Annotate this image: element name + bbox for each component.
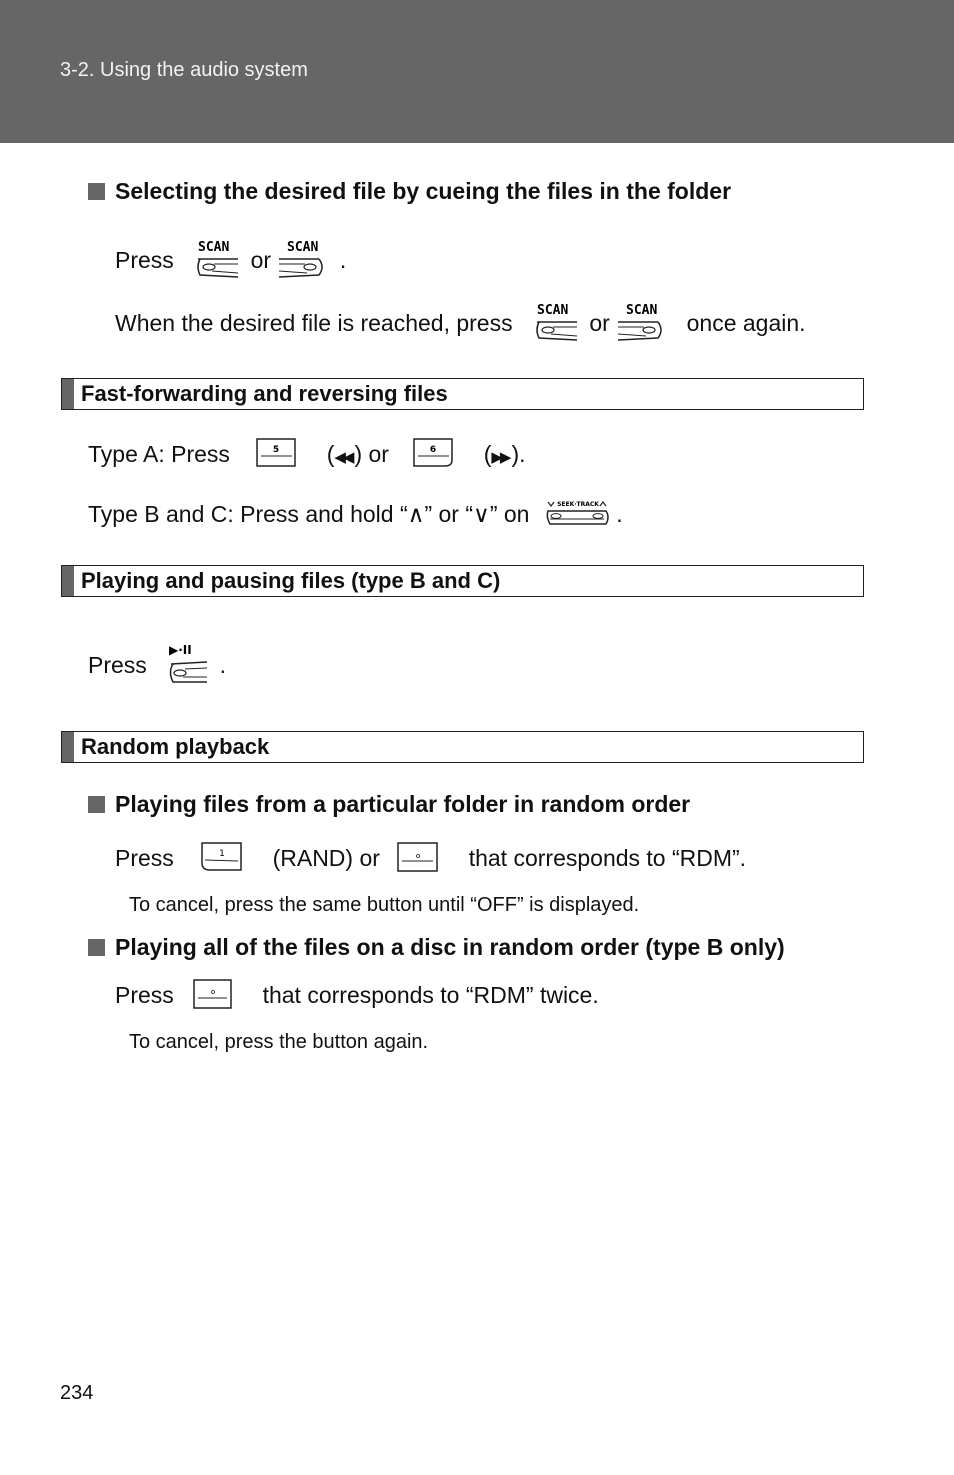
sub-heading-text: Playing files from a particular folder i… <box>115 791 691 817</box>
header-band: 3-2. Using the audio system <box>0 0 954 143</box>
square-bullet-icon <box>88 939 105 956</box>
type-bc-line: Type B and C: Press and hold “∧” or “∨” … <box>88 498 623 534</box>
when-reached-text: When the desired file is reached, press <box>115 310 513 337</box>
press-text: Press <box>115 247 174 274</box>
disc-button-icon <box>396 841 440 879</box>
sub-heading-text: Playing all of the files on a disc in ra… <box>115 934 785 960</box>
corresponds-rdm-twice-text: that corresponds to “RDM” twice. <box>262 982 599 1009</box>
corresponds-rdm-text: that corresponds to “RDM”. <box>468 845 747 872</box>
section-header-play-pause: Playing and pausing files (type B and C) <box>61 565 864 597</box>
play-pause-label: ▶·II <box>169 643 192 657</box>
press-text: Press <box>115 845 174 872</box>
sub-heading-select-file: Selecting the desired file by cueing the… <box>88 178 731 205</box>
breadcrumb: 3-2. Using the audio system <box>60 59 308 81</box>
fast-forward-icon: ▶▶ <box>491 449 511 467</box>
scan-label: SCAN <box>537 303 568 318</box>
or-text: or <box>589 310 610 337</box>
disc-button-icon <box>192 978 234 1016</box>
folder-cancel-note: To cancel, press the same button until “… <box>129 894 640 916</box>
section-title: Playing and pausing files (type B and C) <box>81 568 501 593</box>
preset-button-5-icon: 5 <box>256 438 298 474</box>
sub-heading-disc-random: Playing all of the files on a disc in ra… <box>88 934 785 961</box>
sub-heading-folder-random: Playing files from a particular folder i… <box>88 791 690 818</box>
scan-button-right-icon: SCAN <box>277 237 327 287</box>
play-pause-line: Press ▶·II . <box>88 640 226 694</box>
button-number: 1 <box>219 849 225 859</box>
button-number: 6 <box>430 445 436 455</box>
square-bullet-icon <box>88 796 105 813</box>
section-stripe <box>62 379 74 409</box>
or-text: ) or <box>354 441 389 468</box>
press-text: Press <box>88 652 147 679</box>
period-text: . <box>339 247 347 274</box>
square-bullet-icon <box>88 183 105 200</box>
scan-label: SCAN <box>287 240 318 255</box>
rand-or-text: (RAND) or <box>272 845 380 872</box>
type-a-line: Type A: Press 5 (◀◀) or 6 (▶▶). <box>88 438 526 474</box>
section-header-fast-forward: Fast-forwarding and reversing files <box>61 378 864 410</box>
once-again-text: once again. <box>686 310 806 337</box>
scan-label: SCAN <box>626 303 657 318</box>
disc-random-line: Press that corresponds to “RDM” twice. <box>115 978 599 1016</box>
sub-heading-text: Selecting the desired file by cueing the… <box>115 178 732 204</box>
section-stripe <box>62 732 74 762</box>
play-pause-button-icon: ▶·II <box>167 640 213 694</box>
scan-button-right-icon: SCAN <box>616 300 666 350</box>
type-a-text: Type A: Press <box>88 441 230 468</box>
section-stripe <box>62 566 74 596</box>
press-text: Press <box>115 982 174 1009</box>
scan-button-left-icon: SCAN <box>194 237 244 287</box>
seek-track-label: SEEK·TRACK <box>557 501 599 508</box>
disc-cancel-note: To cancel, press the button again. <box>129 1031 429 1053</box>
preset-button-6-icon: 6 <box>413 438 455 474</box>
section-title: Fast-forwarding and reversing files <box>81 381 448 406</box>
select-line-1: Press SCAN or SCAN . <box>115 237 346 287</box>
scan-label: SCAN <box>198 240 229 255</box>
section-header-random: Random playback <box>61 731 864 763</box>
preset-button-1-icon: 1 <box>200 841 244 879</box>
button-number: 5 <box>273 445 279 455</box>
period-text: . <box>219 652 226 679</box>
folder-random-line: Press 1 (RAND) or that corresponds to “R… <box>115 841 746 879</box>
rewind-icon: ◀◀ <box>334 449 354 467</box>
select-line-2: When the desired file is reached, press … <box>115 300 806 350</box>
type-bc-text: Type B and C: Press and hold “∧” or “∨” … <box>88 501 530 528</box>
paren-close: ). <box>511 441 526 468</box>
page-number: 234 <box>60 1382 94 1404</box>
or-text: or <box>250 247 272 274</box>
section-title: Random playback <box>81 734 270 759</box>
scan-button-left-icon: SCAN <box>533 300 583 350</box>
seek-track-button-icon: SEEK·TRACK <box>544 498 610 534</box>
period-text: . <box>616 501 623 528</box>
